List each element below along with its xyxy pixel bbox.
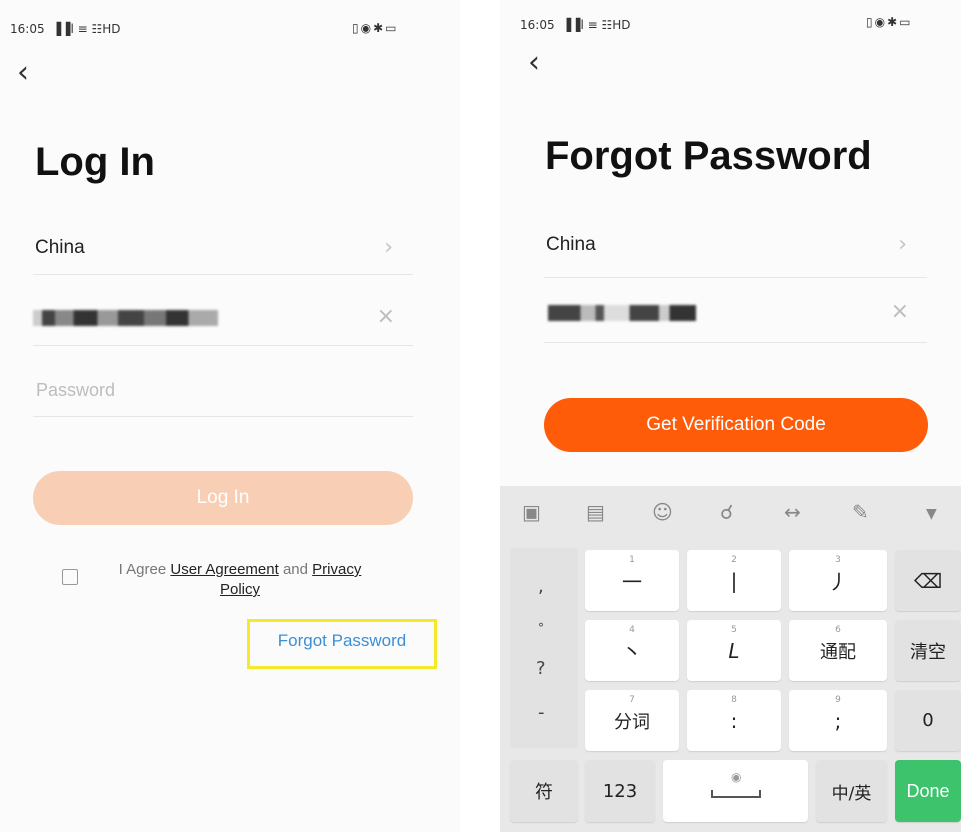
password-field[interactable]: Password: [33, 362, 413, 417]
theme-brush-icon[interactable]: ✎: [852, 500, 869, 524]
cursor-move-icon[interactable]: ↔: [784, 500, 801, 524]
emoji-icon[interactable]: ☺: [652, 500, 673, 524]
space-key[interactable]: ◉: [663, 760, 808, 822]
key-3[interactable]: 3丿: [789, 550, 887, 611]
agree-checkbox[interactable]: [62, 569, 78, 585]
language-switch-key[interactable]: 中/英: [816, 760, 887, 822]
page-title: Forgot Password: [545, 134, 872, 178]
login-button[interactable]: Log In: [33, 471, 413, 525]
country-selector[interactable]: China ›: [33, 225, 413, 275]
status-time: 16:05: [10, 22, 45, 36]
masked-phone-number: [33, 310, 218, 326]
country-label: China: [546, 234, 596, 255]
masked-phone-number: [548, 305, 696, 321]
space-icon: [711, 790, 761, 798]
status-signal-icon: ▐▐l ≡ ☷HD: [562, 18, 631, 32]
done-key[interactable]: Done: [895, 760, 961, 822]
stage: 16:05 ▐▐l ≡ ☷HD ▯◉✱▭ ‹ Log In China › × …: [0, 0, 961, 832]
phone-input[interactable]: ×: [33, 290, 413, 346]
collapse-keyboard-icon[interactable]: ▼: [926, 506, 937, 522]
clear-icon[interactable]: ×: [891, 299, 909, 324]
privacy-link-part1[interactable]: Privacy: [312, 561, 361, 578]
zero-key[interactable]: 0: [895, 690, 961, 751]
key-6[interactable]: 6 通配: [789, 620, 887, 681]
country-label: China: [35, 237, 85, 258]
status-battery-icon: ▯◉✱▭: [866, 15, 913, 29]
phone-input[interactable]: ×: [544, 285, 927, 343]
clear-key[interactable]: 清空: [895, 620, 961, 681]
question-key[interactable]: ?: [536, 658, 546, 679]
login-screen: 16:05 ▐▐l ≡ ☷HD ▯◉✱▭ ‹ Log In China › × …: [0, 0, 460, 832]
privacy-link-part2[interactable]: Policy: [220, 581, 260, 598]
keyboard: ▣ ▤ ☺ ☌ ↔ ✎ ▼ , ° ? - 1一 2 | 3丿 4丶 5L 6 通配…: [500, 486, 961, 832]
key-4[interactable]: 4丶: [585, 620, 679, 681]
get-verification-code-button[interactable]: Get Verification Code: [544, 398, 928, 452]
chevron-right-icon: ›: [898, 232, 907, 257]
key-8[interactable]: 8:: [687, 690, 781, 751]
backspace-key[interactable]: ⌫: [895, 550, 961, 611]
number-key[interactable]: 123: [585, 760, 655, 822]
clear-icon[interactable]: ×: [377, 304, 395, 329]
clipboard-icon[interactable]: ▣: [522, 500, 541, 524]
backspace-icon: ⌫: [913, 568, 943, 593]
status-time: 16:05: [520, 18, 555, 32]
dash-key[interactable]: -: [538, 702, 545, 723]
search-icon[interactable]: ☌: [720, 500, 733, 524]
forgot-password-screen: 16:05 ▐▐l ≡ ☷HD ▯◉✱▭ ‹ Forgot Password C…: [500, 0, 961, 832]
key-5[interactable]: 5L: [687, 620, 781, 681]
agree-prefix: I Agree: [118, 561, 167, 578]
agree-and: and: [282, 561, 308, 578]
agreement-text: I Agree User Agreement and Privacy Polic…: [95, 560, 385, 600]
keyboard-layout-icon[interactable]: ▤: [586, 500, 605, 524]
back-icon[interactable]: ‹: [17, 58, 29, 88]
user-agreement-link[interactable]: User Agreement: [170, 561, 278, 578]
key-2[interactable]: 2 |: [687, 550, 781, 611]
country-selector[interactable]: China ›: [544, 222, 927, 278]
key-7[interactable]: 7 分词: [585, 690, 679, 751]
back-icon[interactable]: ‹: [528, 48, 540, 78]
key-1[interactable]: 1一: [585, 550, 679, 611]
key-9[interactable]: 9;: [789, 690, 887, 751]
status-battery-icon: ▯◉✱▭: [352, 21, 399, 35]
forgot-password-link[interactable]: Forgot Password: [247, 631, 437, 651]
symbol-key[interactable]: 符: [510, 760, 578, 822]
microphone-icon: ◉: [731, 770, 742, 784]
status-signal-icon: ▐▐l ≡ ☷HD: [52, 22, 121, 36]
chevron-right-icon: ›: [384, 235, 393, 260]
password-placeholder: Password: [36, 380, 116, 400]
page-title: Log In: [35, 140, 155, 184]
comma-key[interactable]: ,: [538, 576, 544, 597]
degree-key[interactable]: °: [538, 621, 544, 635]
